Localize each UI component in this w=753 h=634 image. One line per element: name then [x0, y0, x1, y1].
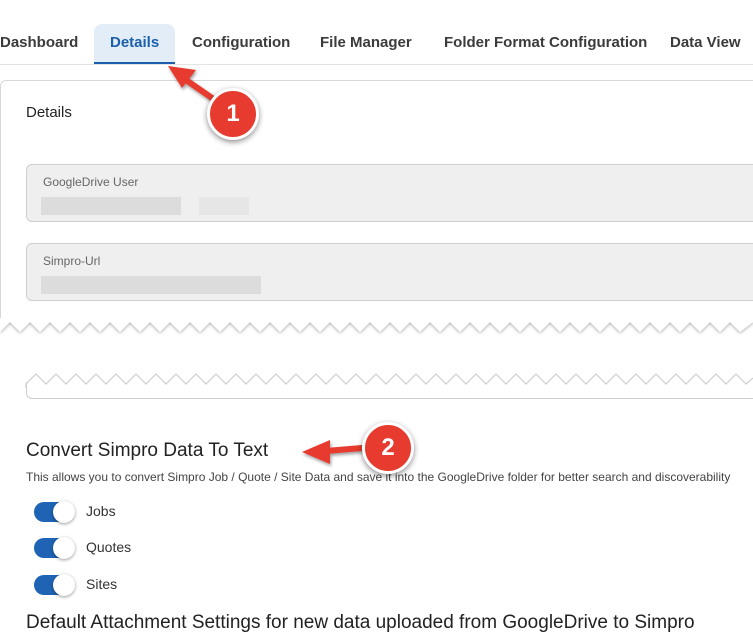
callout-badge-2: 2 — [362, 422, 414, 474]
callout-arrow-1 — [168, 66, 215, 101]
callout-arrows — [168, 66, 365, 464]
callout-arrow-2 — [302, 440, 365, 464]
callout-badge-1: 1 — [207, 88, 259, 140]
